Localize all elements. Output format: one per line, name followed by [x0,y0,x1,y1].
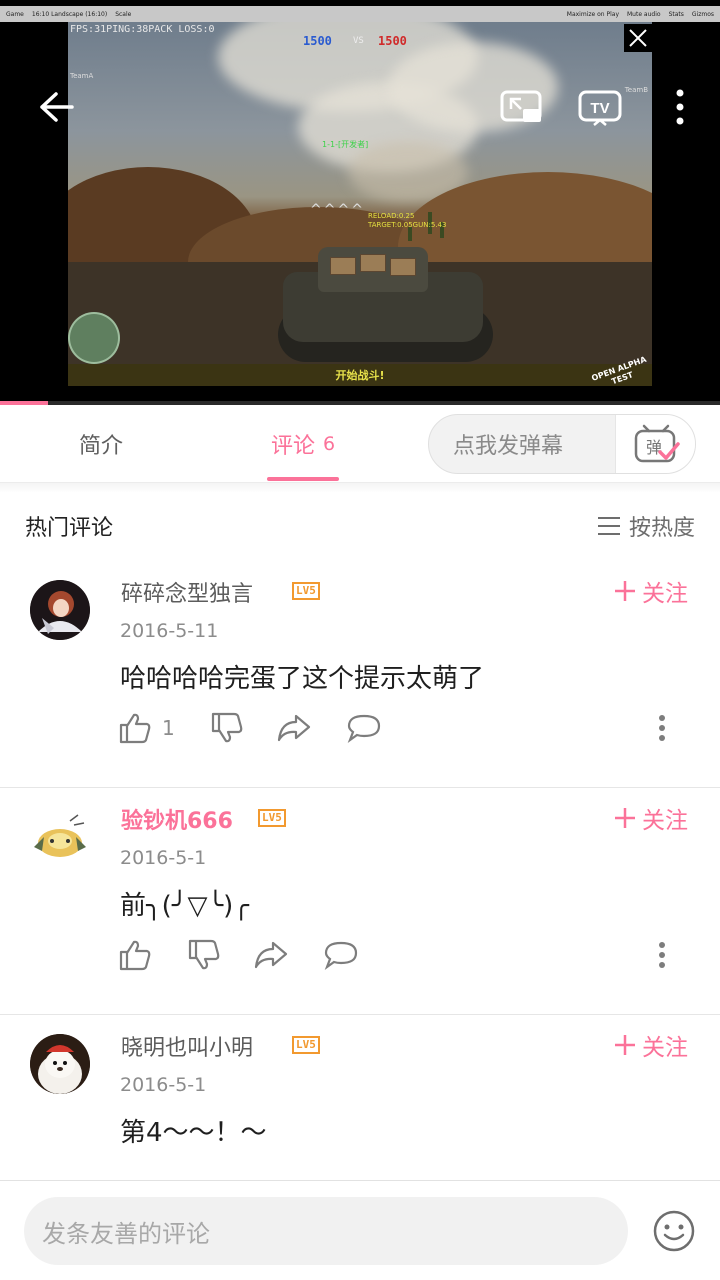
follow-label: 关注 [642,1035,688,1061]
share-arrow-icon [277,714,311,742]
aim-chevrons: ^^^^ [310,202,365,218]
avatar[interactable] [30,580,90,640]
fps-readout: FPS:31PING:38PACK LOSS:0 [70,24,215,35]
cast-window-icon[interactable] [496,86,546,128]
like-count: 1 [162,716,175,740]
comment-input[interactable]: 发条友善的评论 [24,1197,628,1265]
tv-icon[interactable]: TV [574,84,626,130]
editor-aspect: 16:10 Landscape (16:10) [31,10,108,18]
sort-label: 按热度 [628,516,695,541]
tab-intro[interactable]: 简介 [40,405,162,483]
comment-item: 验钞机666 LV5 关注 2016-5-1 前╮(╯▽╰)╭ [0,789,720,1015]
sort-list-icon [597,517,620,535]
thumbs-down-icon [211,712,243,743]
hot-comments-header: 热门评论 按热度 [0,500,720,556]
start-battle-banner: 开始战斗! [68,364,652,386]
more-vertical-icon[interactable] [664,84,696,130]
reply-button[interactable] [346,710,382,746]
plus-icon [615,581,635,601]
game-frame: FPS:31PING:38PACK LOSS:0 1500 VS 1500 Te… [68,22,652,386]
editor-toolbar: Game 16:10 Landscape (16:10) Scale Maxim… [0,6,720,22]
team-b-label: TeamB [624,86,648,94]
plus-icon [615,1035,635,1055]
comment-more-icon[interactable] [658,937,666,973]
thumbs-up-icon [119,940,151,971]
team-b-score: 1500 [378,34,407,48]
editor-scale: Scale [115,10,132,18]
comment-text: 前╮(╯▽╰)╭ [120,891,249,921]
username[interactable]: 验钞机666 [121,803,233,835]
sort-button[interactable]: 按热度 [597,510,695,542]
avatar[interactable] [30,1034,90,1094]
comment-text: 哈哈哈哈完蛋了这个提示太萌了 [120,664,485,694]
editor-maximize: Maximize on Play [566,10,619,18]
comment-actions: 1 [118,710,678,746]
comment-item: 碎碎念型独言 LV5 关注 2016-5-11 哈哈哈哈完蛋了这个提示太萌了 1 [0,562,720,788]
share-button[interactable] [276,710,312,746]
follow-label: 关注 [642,581,688,607]
speech-bubble-icon [347,714,381,743]
tab-intro-label: 简介 [78,434,123,459]
comment-more-icon[interactable] [658,710,666,746]
danmaku-placeholder: 点我发弹幕 [453,434,564,459]
comment-date: 2016-5-1 [120,847,207,869]
back-arrow-icon[interactable] [30,84,82,130]
share-button[interactable] [253,937,289,973]
player-tag: 1-1-[开发者] [322,140,369,149]
share-arrow-icon [254,941,288,969]
thumbs-up-icon [119,713,151,744]
follow-button[interactable]: 关注 [614,1028,688,1062]
danmaku-button-label: 弹 [645,438,661,457]
avatar[interactable] [30,807,90,867]
reply-button[interactable] [323,937,359,973]
editor-gizmos: Gizmos [691,10,714,18]
section-divider [0,483,720,493]
svg-text:TV: TV [590,100,609,117]
danmaku-input[interactable]: 点我发弹幕 弹 [428,414,696,474]
editor-stats: Stats [668,10,684,18]
emoji-icon[interactable] [652,1209,696,1253]
follow-label: 关注 [642,808,688,834]
video-player[interactable]: Game 16:10 Landscape (16:10) Scale Maxim… [0,0,720,405]
dislike-button[interactable] [187,937,221,973]
tab-active-indicator [267,477,339,481]
target-line: TARGET:0.05GUN:5.43 [368,221,447,229]
level-badge: LV5 [292,1036,320,1054]
follow-button[interactable]: 关注 [614,801,688,835]
hot-comments-title: 热门评论 [25,516,114,541]
editor-mute: Mute audio [627,10,661,18]
reload-readout: RELOAD:0.25 TARGET:0.05GUN:5.43 [368,212,446,230]
thumbs-down-icon [188,939,220,970]
dislike-button[interactable] [210,710,244,746]
speech-bubble-icon [324,941,358,970]
comment-composer: 发条友善的评论 [0,1180,720,1280]
tab-comments[interactable]: 评论 6 [250,405,356,483]
vs-label: VS [353,36,364,46]
username[interactable]: 晓明也叫小明 [121,1030,253,1062]
team-a-label: TeamA [70,72,94,80]
like-button[interactable]: 1 [118,710,175,746]
tab-comments-count: 6 [322,433,336,455]
close-icon [624,24,652,52]
tab-comments-label: 评论 [270,434,315,459]
like-button[interactable] [118,937,162,973]
comment-actions [118,937,678,973]
reload-line: RELOAD:0.25 [368,212,415,220]
comment-date: 2016-5-1 [120,1074,207,1096]
editor-tab-game: Game [6,10,24,18]
plus-icon [615,808,635,828]
follow-button[interactable]: 关注 [614,574,688,608]
comment-date: 2016-5-11 [120,620,219,642]
level-badge: LV5 [292,582,320,600]
joystick-icon [68,312,120,364]
team-a-score: 1500 [303,34,332,48]
comment-text: 第4～～！～ [120,1118,267,1148]
username[interactable]: 碎碎念型独言 [121,576,253,608]
app-root: Game 16:10 Landscape (16:10) Scale Maxim… [0,0,720,1280]
level-badge: LV5 [258,809,286,827]
danmaku-send-icon[interactable]: 弹 [615,415,695,473]
